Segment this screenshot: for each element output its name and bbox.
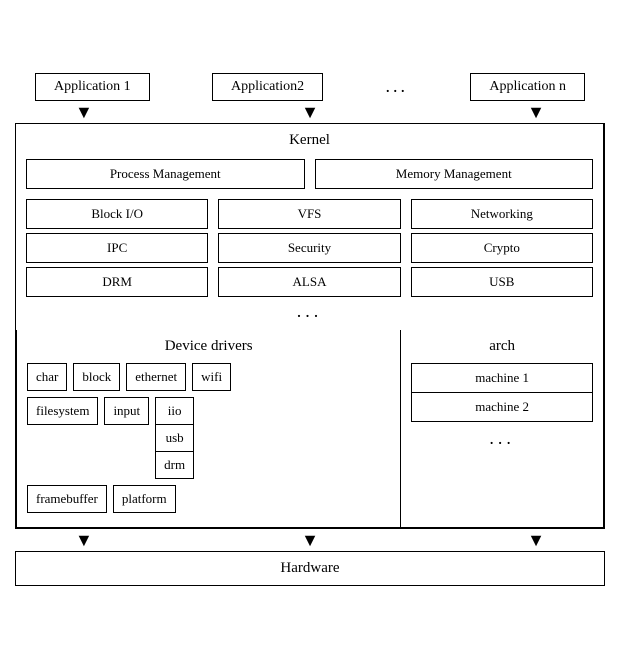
appn-box: Application n — [470, 73, 585, 101]
kernel-row4: DRM ALSA USB — [26, 267, 593, 297]
device-drivers-title: Device drivers — [27, 338, 390, 355]
machine1-box: machine 1 — [412, 364, 592, 393]
kernel-row1: Process Management Memory Management — [26, 159, 593, 189]
top-arrows: ▼ ▼ ▼ — [15, 103, 605, 121]
diagram: Application 1 Application2 ... Applicati… — [15, 73, 605, 586]
ipc-box: IPC — [26, 233, 208, 263]
arch-section: arch machine 1 machine 2 ... — [401, 330, 603, 527]
memory-management-box: Memory Management — [315, 159, 594, 189]
block-box: block — [73, 363, 120, 391]
bottom-arrows: ▼ ▼ ▼ — [15, 531, 605, 549]
kernel-section: Kernel Process Management Memory Managem… — [16, 124, 604, 330]
apps-dots: ... — [386, 76, 409, 97]
arrow-bottom-left: ▼ — [75, 531, 93, 549]
kernel-dots: ... — [26, 301, 593, 322]
drm-box: DRM — [26, 267, 208, 297]
security-box: Security — [218, 233, 400, 263]
block-io-box: Block I/O — [26, 199, 208, 229]
hardware-box: Hardware — [15, 551, 605, 586]
usb-box: USB — [411, 267, 593, 297]
arrow-app1: ▼ — [75, 103, 93, 121]
arrow-bottom-right: ▼ — [527, 531, 545, 549]
ethernet-box: ethernet — [126, 363, 186, 391]
drm-stacked-box: drm — [155, 451, 194, 479]
app2-box: Application2 — [212, 73, 323, 101]
alsa-box: ALSA — [218, 267, 400, 297]
arch-machines: machine 1 machine 2 — [411, 363, 593, 422]
arrow-app2: ▼ — [301, 103, 319, 121]
char-box: char — [27, 363, 67, 391]
device-drivers-section: Device drivers char block ethernet wifi … — [17, 330, 401, 527]
kernel-row3: IPC Security Crypto — [26, 233, 593, 263]
input-box: input — [104, 397, 149, 425]
machine2-box: machine 2 — [412, 393, 592, 421]
filesystem-box: filesystem — [27, 397, 98, 425]
vfs-box: VFS — [218, 199, 400, 229]
framebuffer-box: framebuffer — [27, 485, 107, 513]
platform-box: platform — [113, 485, 176, 513]
arrow-bottom-center: ▼ — [301, 531, 319, 549]
arch-dots: ... — [411, 428, 593, 449]
arch-title: arch — [411, 338, 593, 355]
dd-row3: framebuffer platform — [27, 485, 390, 513]
usb-stacked-box: usb — [155, 424, 194, 451]
process-management-box: Process Management — [26, 159, 305, 189]
wifi-box: wifi — [192, 363, 231, 391]
dd-row1: char block ethernet wifi — [27, 363, 390, 391]
stacked-group: iio usb drm — [155, 397, 194, 479]
crypto-box: Crypto — [411, 233, 593, 263]
apps-row: Application 1 Application2 ... Applicati… — [15, 73, 605, 101]
networking-box: Networking — [411, 199, 593, 229]
arrow-appn: ▼ — [527, 103, 545, 121]
iio-box: iio — [155, 397, 194, 424]
bottom-area: Device drivers char block ethernet wifi … — [16, 330, 604, 528]
dd-row2: filesystem input iio usb drm — [27, 397, 390, 479]
kernel-title: Kernel — [26, 132, 593, 149]
kernel-row2: Block I/O VFS Networking — [26, 199, 593, 229]
app1-box: Application 1 — [35, 73, 150, 101]
kernel-outer: Kernel Process Management Memory Managem… — [15, 123, 605, 529]
